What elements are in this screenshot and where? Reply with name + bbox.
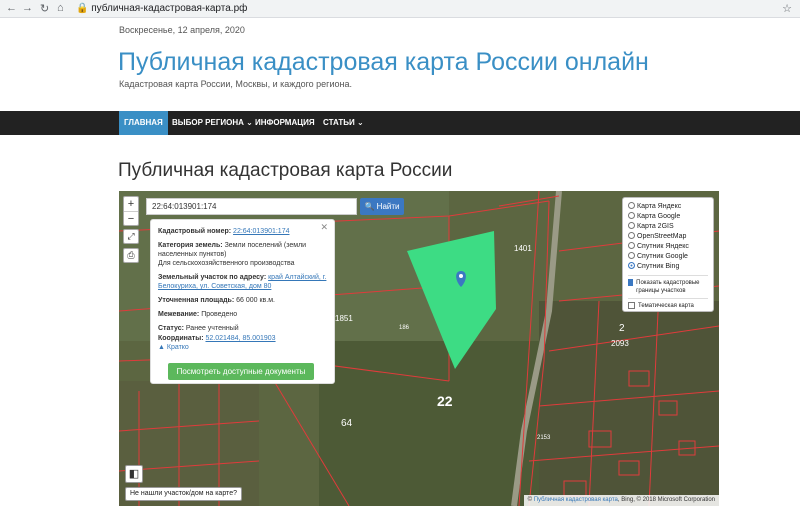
cadastral-map[interactable]: 1401 1851 186 22 64 2 2093 2153 + − ⤢ ⎙ … — [119, 191, 719, 506]
zoom-control: + − — [123, 196, 139, 226]
not-found-button[interactable]: Не нашли участок/дом на карте? — [125, 487, 242, 501]
cad-label: Кадастровый номер: — [158, 228, 232, 235]
cad-number-link[interactable]: 22:64:013901:174 — [233, 228, 289, 235]
home-icon[interactable]: ⌂ — [57, 2, 64, 14]
site-title[interactable]: Публичная кадастровая карта России онлай… — [118, 48, 649, 77]
layer-label: Карта Яндекс — [637, 203, 682, 210]
bookmark-star-icon[interactable]: ☆ — [782, 2, 792, 15]
radio-icon[interactable] — [628, 232, 635, 239]
plot-label: 64 — [341, 418, 353, 429]
forward-icon[interactable]: → — [22, 2, 33, 14]
attribution-text: , Bing, © 2018 Microsoft Corporation — [617, 497, 715, 503]
layer-option[interactable]: Карта Google — [628, 212, 708, 222]
layer-option[interactable]: Спутник Яндекс — [628, 242, 708, 252]
layer-label: Спутник Google — [637, 253, 688, 260]
close-icon[interactable]: ✕ — [320, 223, 328, 232]
attribution-link[interactable]: Публичная кадастровая карта — [534, 497, 618, 503]
address-label: Земельный участок по адресу: — [158, 274, 267, 281]
plot-label: 2153 — [537, 435, 551, 441]
legend-icon[interactable]: ◧ — [125, 465, 143, 483]
check-label: Показать кадастровые границы участков — [636, 280, 700, 294]
radio-icon[interactable] — [628, 222, 635, 229]
layer-switcher: Карта Яндекс Карта Google Карта 2GIS Ope… — [622, 197, 714, 312]
layer-option[interactable]: Карта Яндекс — [628, 202, 708, 212]
lock-icon: 🔒 — [76, 3, 89, 14]
reload-icon[interactable]: ↻ — [40, 2, 49, 15]
fullscreen-icon[interactable]: ⤢ — [123, 229, 139, 244]
status-value: Ранее учтенный — [185, 325, 239, 332]
url-text: публичная-кадастровая-карта.рф — [91, 3, 248, 14]
survey-value: Проведено — [201, 311, 238, 318]
layer-option[interactable]: Спутник Bing — [628, 262, 708, 272]
view-documents-button[interactable]: Посмотреть доступные документы — [168, 363, 314, 380]
category-use: Для сельскохозяйственного производства — [158, 260, 295, 267]
divider — [628, 298, 708, 299]
map-attribution: © Публичная кадастровая карта, Bing, © 2… — [523, 495, 719, 506]
header-date: Воскресенье, 12 апреля, 2020 — [119, 25, 245, 35]
brief-toggle[interactable]: ▲ Кратко — [158, 343, 327, 352]
check-label: Тематическая карта — [638, 303, 694, 309]
layer-option[interactable]: Карта 2GIS — [628, 222, 708, 232]
zoom-in-button[interactable]: + — [124, 197, 138, 211]
print-icon[interactable]: ⎙ — [123, 248, 139, 263]
checkbox-icon[interactable] — [628, 302, 635, 309]
coords-link[interactable]: 52.021484, 85.001903 — [205, 335, 275, 342]
layer-option[interactable]: OpenStreetMap — [628, 232, 708, 242]
layer-option[interactable]: Спутник Google — [628, 252, 708, 262]
plot-info-popup: ✕ Кадастровый номер: 22:64:013901:174 Ка… — [150, 219, 335, 384]
nav-item-home[interactable]: ГЛАВНАЯ — [119, 111, 168, 135]
radio-icon[interactable] — [628, 202, 635, 209]
plot-label: 2093 — [611, 339, 629, 348]
browser-toolbar: ← → ↻ ⌂ 🔒 публичная-кадастровая-карта.рф… — [0, 0, 800, 18]
plot-label: 1851 — [335, 314, 353, 323]
plot-label: 1401 — [514, 244, 532, 253]
plot-label: 2 — [619, 323, 625, 334]
status-label: Статус: — [158, 325, 184, 332]
back-icon[interactable]: ← — [6, 2, 17, 14]
plot-label: 22 — [437, 393, 453, 409]
zoom-out-button[interactable]: − — [124, 211, 138, 225]
plot-label: 186 — [399, 325, 410, 331]
radio-icon[interactable] — [628, 212, 635, 219]
area-label: Уточненная площадь: — [158, 297, 235, 304]
nav-item-region[interactable]: ВЫБОР РЕГИОНА ⌄ — [167, 111, 258, 135]
site-subtitle: Кадастровая карта России, Москвы, и кажд… — [119, 79, 352, 89]
radio-icon[interactable] — [628, 242, 635, 249]
coords-label: Координаты: — [158, 335, 204, 342]
thematic-toggle[interactable]: Тематическая карта — [628, 302, 708, 310]
category-label: Категория земель: — [158, 242, 223, 249]
nav-item-articles[interactable]: СТАТЬИ ⌄ — [318, 111, 369, 135]
layer-label: Спутник Яндекс — [637, 243, 689, 250]
layer-label: Карта Google — [637, 213, 681, 220]
layer-label: Карта 2GIS — [637, 223, 674, 230]
page-title: Публичная кадастровая карта России — [118, 160, 453, 181]
area-value: 66 000 кв.м. — [236, 297, 275, 304]
address-bar[interactable]: 🔒 публичная-кадастровая-карта.рф — [76, 2, 776, 16]
divider — [628, 275, 708, 276]
radio-selected-icon[interactable] — [628, 262, 635, 269]
nav-item-info[interactable]: ИНФОРМАЦИЯ — [250, 111, 320, 135]
layer-label: Спутник Bing — [637, 263, 680, 270]
survey-label: Межевание: — [158, 311, 200, 318]
layer-label: OpenStreetMap — [637, 233, 687, 240]
checkbox-checked-icon[interactable] — [628, 279, 634, 286]
find-button[interactable]: 🔍 Найти — [360, 198, 404, 215]
search-input[interactable]: 22:64:013901:174 — [146, 198, 357, 215]
main-nav: ГЛАВНАЯ ВЫБОР РЕГИОНА ⌄ ИНФОРМАЦИЯ СТАТЬ… — [0, 111, 800, 135]
radio-icon[interactable] — [628, 252, 635, 259]
cadastral-toggle[interactable]: Показать кадастровые границы участков — [628, 279, 708, 295]
